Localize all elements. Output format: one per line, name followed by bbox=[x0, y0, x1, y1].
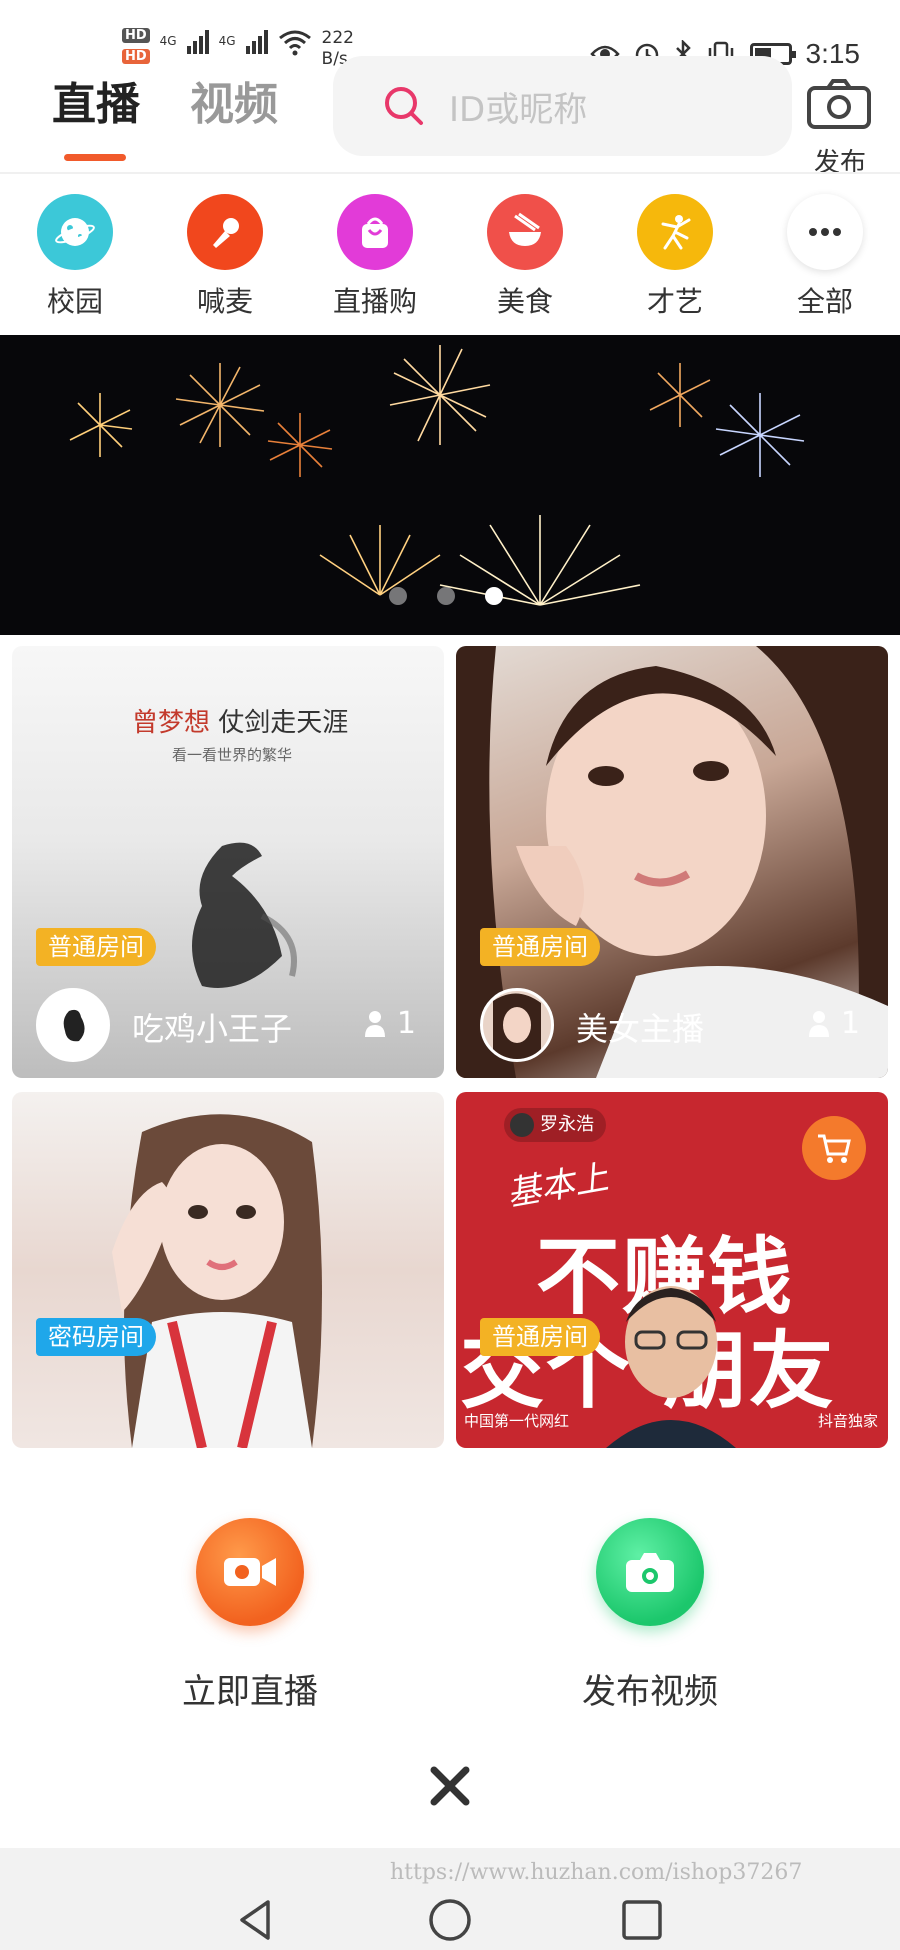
microphone-icon bbox=[187, 194, 263, 270]
viewer-count: 1 bbox=[363, 1006, 416, 1041]
banner-pagination bbox=[389, 587, 503, 605]
hd-indicators: HD HD bbox=[122, 28, 150, 64]
system-nav-bar: https://www.huzhan.com/ishop37267 bbox=[0, 1848, 900, 1950]
poster-name-tag: 罗永浩 bbox=[504, 1108, 606, 1142]
category-label: 喊麦 bbox=[196, 285, 253, 318]
poster-title: 曾梦想 仗剑走天涯 bbox=[132, 708, 349, 738]
signal-icon bbox=[245, 28, 268, 54]
room-type-badge: 普通房间 bbox=[480, 928, 600, 966]
room-card[interactable]: 密码房间 bbox=[12, 1092, 444, 1448]
watermark: https://www.huzhan.com/ishop37267 bbox=[390, 1860, 803, 1885]
status-left: HD HD 4G 4G 222 B/s bbox=[122, 28, 354, 70]
bowl-chopsticks-icon bbox=[487, 194, 563, 270]
category-label: 校园 bbox=[46, 285, 103, 318]
category-label: 直播购 bbox=[332, 285, 417, 318]
person-icon bbox=[808, 1010, 829, 1037]
category-label: 美食 bbox=[496, 285, 553, 318]
more-dots-icon bbox=[787, 194, 863, 270]
wifi-icon bbox=[278, 30, 311, 56]
active-tab-indicator bbox=[64, 154, 126, 161]
room-type-badge: 普通房间 bbox=[480, 1318, 600, 1356]
room-card[interactable]: 曾梦想 仗剑走天涯 看一看世界的繁华 普通房间 吃鸡小王子 1 bbox=[12, 646, 444, 1078]
streamer-name: 美女主播 bbox=[576, 1010, 705, 1048]
ink-figure-image bbox=[192, 842, 297, 988]
planet-icon bbox=[37, 194, 113, 270]
category-food[interactable]: 美食 bbox=[470, 194, 580, 320]
search-bar[interactable]: ID或昵称 bbox=[333, 56, 792, 156]
shopping-cart-button[interactable] bbox=[802, 1116, 866, 1180]
hd-badge: HD bbox=[122, 28, 150, 43]
room-card[interactable]: 罗永浩 基本上 不赚钱 交个 朋友 普通房间 中国第一代网红 抖音独家 bbox=[456, 1092, 888, 1448]
pagination-dot-active[interactable] bbox=[485, 587, 503, 605]
avatar[interactable] bbox=[36, 988, 110, 1062]
viewer-count: 1 bbox=[807, 1006, 860, 1041]
room-type-badge: 普通房间 bbox=[36, 928, 156, 966]
search-placeholder: ID或昵称 bbox=[449, 90, 588, 130]
post-video-button[interactable]: 发布视频 bbox=[530, 1518, 770, 1713]
search-icon bbox=[385, 87, 423, 125]
streamer-name: 吃鸡小王子 bbox=[132, 1010, 293, 1048]
signal-icon bbox=[186, 28, 209, 54]
poster-footer: 抖音独家 bbox=[817, 1412, 878, 1430]
category-campus[interactable]: 校园 bbox=[20, 194, 130, 320]
back-icon[interactable] bbox=[234, 1898, 278, 1942]
close-icon[interactable] bbox=[428, 1764, 472, 1808]
shopping-bag-icon bbox=[337, 194, 413, 270]
category-all[interactable]: 全部 bbox=[770, 194, 880, 320]
dancer-icon bbox=[637, 194, 713, 270]
pagination-dot[interactable] bbox=[437, 587, 455, 605]
category-talent[interactable]: 才艺 bbox=[620, 194, 730, 320]
room-type-badge: 密码房间 bbox=[36, 1318, 156, 1356]
tab-live[interactable]: 直播 bbox=[52, 68, 140, 132]
category-mc[interactable]: 喊麦 bbox=[170, 194, 280, 320]
promo-banner[interactable] bbox=[0, 335, 900, 635]
avatar[interactable] bbox=[480, 988, 554, 1062]
clock: 3:15 bbox=[805, 38, 861, 69]
category-live-shopping[interactable]: 直播购 bbox=[320, 194, 430, 320]
streamer-photo bbox=[112, 1114, 322, 1448]
poster-text: 基本上 bbox=[503, 1157, 612, 1215]
camera-icon bbox=[596, 1518, 704, 1626]
poster-footer: 中国第一代网红 bbox=[464, 1412, 570, 1430]
shopping-cart-icon bbox=[818, 1134, 851, 1163]
home-icon[interactable] bbox=[428, 1898, 472, 1942]
room-card[interactable]: 普通房间 美女主播 1 bbox=[456, 646, 888, 1078]
network-type: 4G bbox=[159, 34, 177, 48]
go-live-button[interactable]: 立即直播 bbox=[130, 1518, 370, 1713]
go-live-label: 立即直播 bbox=[182, 1672, 318, 1712]
recents-icon[interactable] bbox=[620, 1898, 664, 1942]
hd-badge: HD bbox=[122, 49, 150, 64]
tab-video[interactable]: 视频 bbox=[190, 68, 278, 132]
pagination-dot[interactable] bbox=[389, 587, 407, 605]
publish-button[interactable]: 发布 bbox=[806, 78, 874, 178]
header-divider bbox=[0, 172, 900, 174]
poster-subtitle: 看一看世界的繁华 bbox=[172, 746, 293, 764]
category-label: 全部 bbox=[796, 285, 853, 318]
camera-icon bbox=[807, 79, 871, 129]
video-camera-icon bbox=[196, 1518, 304, 1626]
network-type: 4G bbox=[218, 34, 236, 48]
person-icon bbox=[364, 1010, 385, 1037]
category-label: 才艺 bbox=[646, 285, 703, 318]
post-video-label: 发布视频 bbox=[582, 1672, 718, 1712]
person-photo bbox=[606, 1286, 736, 1448]
